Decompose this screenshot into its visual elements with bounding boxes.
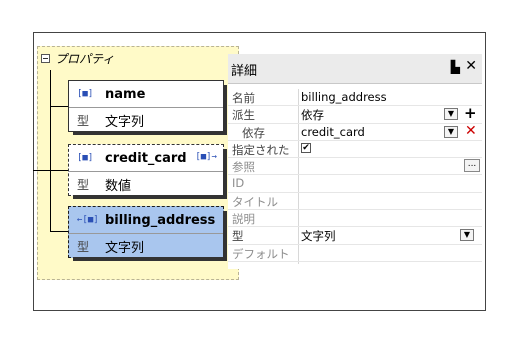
type-label: 型 xyxy=(77,239,90,254)
reference-in-icon: ←[■] xyxy=(77,215,99,225)
type-value: 文字列 xyxy=(105,240,145,256)
element-icon: [■] xyxy=(77,89,94,99)
property-key: 参照 xyxy=(232,160,255,175)
property-key: ID xyxy=(232,176,245,191)
card-name: billing_address xyxy=(105,212,216,228)
property-row-default[interactable]: デフォルト xyxy=(228,245,482,262)
property-row-name[interactable]: 名前 billing_address xyxy=(228,89,482,107)
property-row-derived[interactable]: 派生 依存 ▼ + xyxy=(228,106,482,124)
tree-connector-credit-card xyxy=(33,170,68,171)
tree-connector-vertical xyxy=(50,70,51,231)
property-key: 名前 xyxy=(232,91,255,105)
type-value: 数値 xyxy=(105,178,132,194)
tree-connector-billing xyxy=(50,231,68,232)
property-key: 依存 xyxy=(242,125,265,140)
property-key: 説明 xyxy=(232,212,255,227)
details-panel-header: 詳細 ▙ ✕ xyxy=(228,54,482,84)
tree-connector-name xyxy=(50,106,68,107)
properties-group-label: プロパティ xyxy=(55,52,115,66)
type-label: 型 xyxy=(77,177,90,192)
property-value[interactable]: credit_card xyxy=(301,125,365,139)
property-value[interactable]: billing_address xyxy=(301,90,387,104)
close-icon[interactable]: ✕ xyxy=(465,58,477,74)
property-card-name[interactable]: [■] name 型 文字列 xyxy=(68,80,227,135)
property-row-reference[interactable]: 参照 ... xyxy=(228,158,482,176)
property-row-type[interactable]: 型 文字列 ▼ xyxy=(228,227,482,245)
card-header: ←[■] billing_address xyxy=(69,207,223,234)
element-icon: [■] xyxy=(77,153,94,163)
specified-checkbox[interactable]: ✔ xyxy=(301,142,311,153)
pin-icon[interactable]: ▙ xyxy=(451,60,460,74)
card-type-row: 型 数値 xyxy=(69,171,223,197)
details-panel: 詳細 ▙ ✕ 名前 billing_address 派生 依存 ▼ + 依存 c… xyxy=(228,54,482,269)
type-label: 型 xyxy=(77,113,90,128)
browse-button[interactable]: ... xyxy=(464,159,480,173)
collapse-icon[interactable] xyxy=(41,54,50,63)
property-key: 指定された xyxy=(232,142,290,157)
type-value: 文字列 xyxy=(105,114,145,130)
dropdown-arrow-icon[interactable]: ▼ xyxy=(460,229,474,242)
dropdown-arrow-icon[interactable]: ▼ xyxy=(444,108,458,121)
property-value[interactable]: 文字列 xyxy=(301,228,336,244)
add-icon[interactable]: + xyxy=(464,106,477,121)
properties-group-header[interactable]: プロパティ xyxy=(41,50,114,67)
card-header: [■] credit_card [■]→ xyxy=(69,145,223,172)
property-key: デフォルト xyxy=(232,246,290,261)
reference-out-icon: [■]→ xyxy=(195,152,217,162)
property-card-credit-card[interactable]: [■] credit_card [■]→ 型 数値 xyxy=(68,144,227,199)
property-card-billing-address[interactable]: ←[■] billing_address 型 文字列 xyxy=(68,206,227,261)
property-row-title[interactable]: タイトル xyxy=(228,193,482,211)
card-type-row: 型 文字列 xyxy=(69,233,223,259)
card-name: name xyxy=(105,86,146,102)
dropdown-arrow-icon[interactable]: ▼ xyxy=(444,125,458,138)
property-row-specified[interactable]: 指定された ✔ xyxy=(228,141,482,159)
property-key: 派生 xyxy=(232,108,255,123)
property-value[interactable]: 依存 xyxy=(301,107,324,123)
property-key: 型 xyxy=(232,229,244,244)
property-row-id[interactable]: ID xyxy=(228,175,482,193)
card-name: credit_card xyxy=(105,150,187,166)
property-row-description[interactable]: 説明 xyxy=(228,210,482,228)
property-key: タイトル xyxy=(232,194,278,209)
remove-icon[interactable]: ✕ xyxy=(465,123,477,139)
card-header: [■] name xyxy=(69,81,223,108)
property-row-dependency[interactable]: 依存 credit_card ▼ ✕ xyxy=(228,123,482,141)
card-type-row: 型 文字列 xyxy=(69,107,223,133)
property-grid: 名前 billing_address 派生 依存 ▼ + 依存 credit_c… xyxy=(228,89,482,262)
details-title: 詳細 xyxy=(231,64,258,79)
